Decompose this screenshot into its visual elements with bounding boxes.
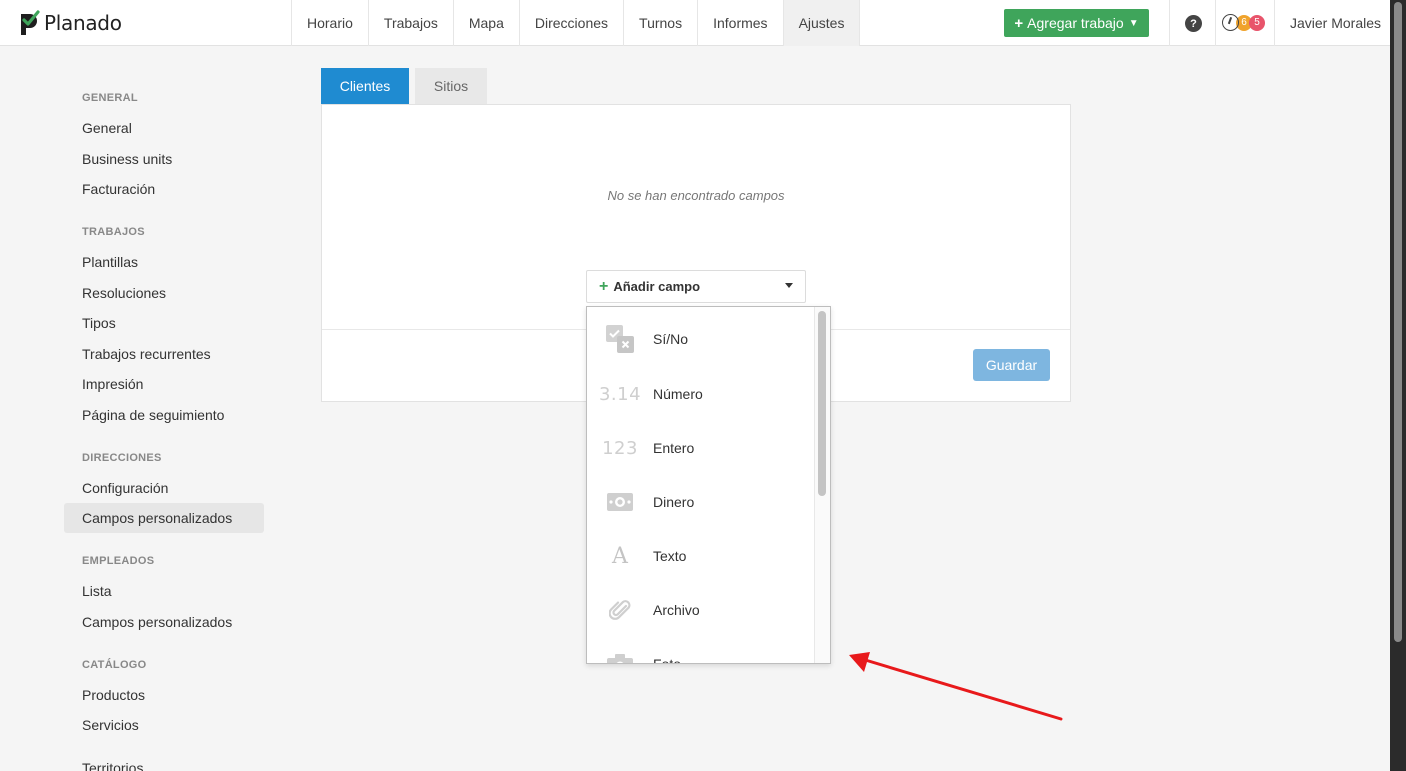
sidebar-item-impresion[interactable]: Impresión — [64, 369, 264, 399]
add-job-button[interactable]: + Agregar trabajo ▼ — [1004, 9, 1149, 37]
help-icon[interactable]: ? — [1185, 15, 1202, 32]
plus-icon: + — [599, 277, 609, 295]
field-type-entero[interactable]: 123 Entero — [587, 421, 815, 475]
sidebar-item-resoluciones[interactable]: Resoluciones — [64, 278, 264, 308]
user-menu[interactable]: Javier Morales — [1290, 15, 1381, 31]
checkbox-icon — [587, 324, 653, 354]
sidebar-item-pagina-seguimiento[interactable]: Página de seguimiento — [64, 400, 264, 430]
planado-logo[interactable]: Planado — [18, 9, 122, 37]
field-type-foto[interactable]: Foto — [587, 637, 815, 664]
nav-item-ajustes[interactable]: Ajustes — [782, 0, 861, 46]
add-field-label: Añadir campo — [613, 279, 701, 294]
sidebar-item-plantillas[interactable]: Plantillas — [64, 247, 264, 277]
field-type-dinero[interactable]: Dinero — [587, 475, 815, 529]
sidebar-item-campos-personalizados-direcciones[interactable]: Campos personalizados — [64, 503, 264, 533]
main-nav: Horario Trabajos Mapa Direcciones Turnos… — [291, 0, 861, 46]
page-scrollbar[interactable] — [1390, 0, 1406, 771]
field-type-label: Dinero — [653, 494, 695, 510]
sidebar-item-lista[interactable]: Lista — [64, 576, 264, 606]
sidebar-item-business-units[interactable]: Business units — [64, 144, 264, 174]
field-type-label: Entero — [653, 440, 695, 456]
notifications-button[interactable]: 6 5 — [1222, 14, 1265, 31]
sidebar-item-servicios[interactable]: Servicios — [64, 710, 264, 740]
sidebar-section-direcciones: DIRECCIONES — [82, 451, 162, 464]
empty-state-message: No se han encontrado campos — [607, 188, 785, 203]
sidebar-section-trabajos: TRABAJOS — [82, 226, 145, 238]
field-type-label: Sí/No — [653, 331, 689, 347]
dropdown-scrollbar-thumb[interactable] — [818, 311, 826, 496]
annotation-arrow — [849, 652, 1063, 721]
add-field-button[interactable]: + Añadir campo — [586, 270, 806, 303]
sidebar-item-territorios[interactable]: Territorios — [64, 753, 264, 771]
sidebar-section-catalogo: CATÁLOGO — [82, 658, 147, 671]
sidebar-section-general: GENERAL — [82, 92, 138, 104]
planado-logo-icon — [21, 10, 40, 35]
field-type-texto[interactable]: A Texto — [587, 529, 815, 583]
sidebar-item-configuracion[interactable]: Configuración — [64, 473, 264, 503]
sidebar-item-productos[interactable]: Productos — [64, 680, 264, 710]
field-type-label: Texto — [653, 548, 687, 564]
sidebar-item-general[interactable]: General — [64, 113, 264, 143]
caret-down-icon: ▼ — [1128, 17, 1139, 29]
money-icon — [587, 493, 653, 511]
field-type-dropdown: Sí/No 3.14 Número 123 Entero Dinero A Te… — [586, 306, 831, 664]
nav-item-mapa[interactable]: Mapa — [452, 0, 519, 46]
dropdown-scrollbar[interactable] — [814, 307, 830, 663]
field-type-label: Archivo — [653, 602, 700, 618]
notification-badge-red: 5 — [1249, 14, 1265, 31]
field-type-numero[interactable]: 3.14 Número — [587, 367, 815, 421]
sidebar-item-facturacion[interactable]: Facturación — [64, 174, 264, 204]
nav-item-horario[interactable]: Horario — [291, 0, 368, 46]
clock-icon — [1222, 14, 1239, 31]
integer-icon: 123 — [602, 437, 638, 459]
sidebar-section-empleados: EMPLEADOS — [82, 555, 155, 567]
field-type-label: Foto — [653, 656, 682, 664]
field-type-si-no[interactable]: Sí/No — [587, 312, 815, 366]
app-name: Planado — [44, 11, 122, 35]
sidebar-item-tipos[interactable]: Tipos — [64, 308, 264, 338]
field-type-label: Número — [653, 386, 703, 402]
plus-icon: + — [1014, 14, 1024, 32]
camera-icon — [587, 654, 653, 663]
topbar-divider — [1215, 0, 1216, 46]
field-type-archivo[interactable]: Archivo — [587, 583, 815, 637]
sidebar-item-trabajos-recurrentes[interactable]: Trabajos recurrentes — [64, 339, 264, 369]
nav-item-trabajos[interactable]: Trabajos — [367, 0, 453, 46]
tab-sitios[interactable]: Sitios — [415, 68, 487, 104]
decimal-number-icon: 3.14 — [598, 383, 642, 405]
add-job-label: Agregar trabajo — [1027, 15, 1124, 31]
settings-sidebar: GENERAL General Business units Facturaci… — [64, 86, 264, 771]
text-icon: A — [612, 543, 628, 569]
topbar-divider — [1274, 0, 1275, 46]
nav-item-direcciones[interactable]: Direcciones — [518, 0, 623, 46]
top-bar: Planado Horario Trabajos Mapa Direccione… — [0, 0, 1390, 46]
save-button[interactable]: Guardar — [973, 349, 1050, 381]
paperclip-icon — [587, 598, 653, 622]
page-scrollbar-thumb[interactable] — [1394, 2, 1402, 642]
nav-item-informes[interactable]: Informes — [697, 0, 782, 46]
nav-item-turnos[interactable]: Turnos — [623, 0, 697, 46]
topbar-divider — [1169, 0, 1170, 46]
sidebar-item-campos-personalizados-empleados[interactable]: Campos personalizados — [64, 607, 264, 637]
caret-down-icon — [785, 283, 793, 288]
tab-clientes[interactable]: Clientes — [321, 68, 409, 104]
